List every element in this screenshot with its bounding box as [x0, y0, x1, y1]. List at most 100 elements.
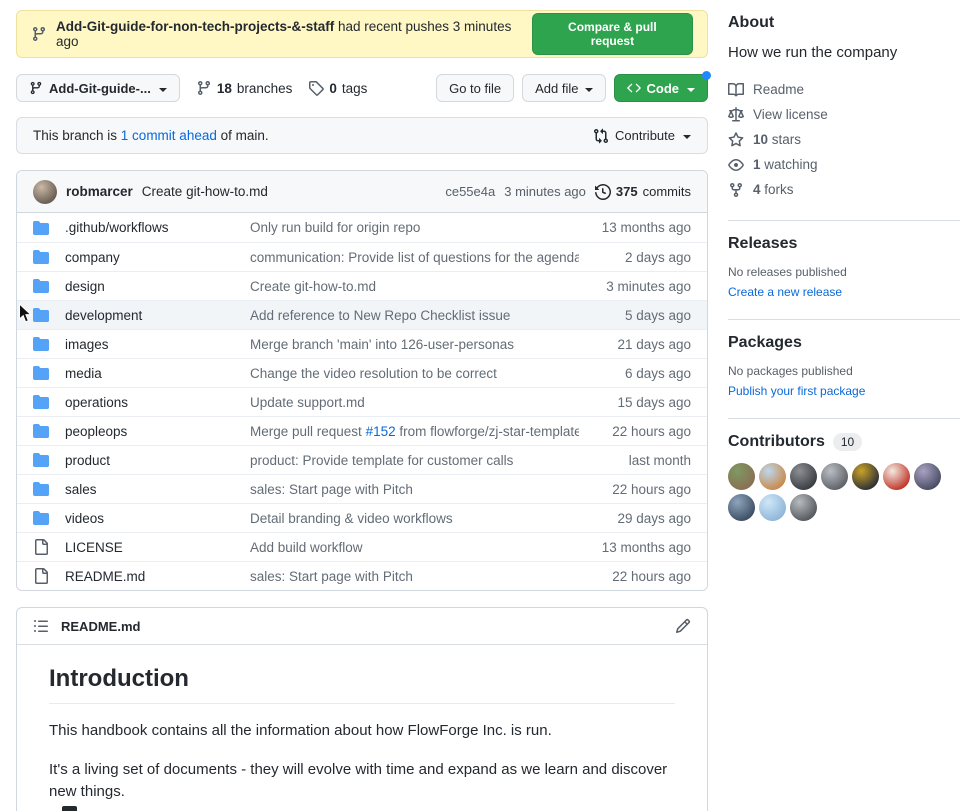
- contribute-button[interactable]: Contribute: [593, 128, 691, 144]
- file-name[interactable]: design: [65, 279, 250, 294]
- file-name[interactable]: videos: [65, 511, 250, 526]
- file-row[interactable]: productproduct: Provide template for cus…: [17, 445, 707, 474]
- row-commit-message[interactable]: Change the video resolution to be correc…: [250, 366, 579, 381]
- readme-paragraph: This handbook contains all the informati…: [49, 720, 675, 743]
- contributor-avatar[interactable]: [852, 463, 879, 490]
- row-commit-message[interactable]: sales: Start page with Pitch: [250, 569, 579, 584]
- row-commit-message[interactable]: product: Provide template for customer c…: [250, 453, 579, 468]
- readme-paragraph: It's a living set of documents - they wi…: [49, 759, 675, 804]
- file-row[interactable]: mediaChange the video resolution to be c…: [17, 358, 707, 387]
- row-commit-date: 15 days ago: [579, 395, 691, 410]
- status-text-post: of main.: [217, 128, 269, 143]
- pencil-icon[interactable]: [675, 618, 691, 634]
- contributor-avatar[interactable]: [759, 463, 786, 490]
- row-commit-message[interactable]: Only run build for origin repo: [250, 220, 579, 235]
- contributor-avatar[interactable]: [790, 494, 817, 521]
- file-name[interactable]: README.md: [65, 569, 250, 584]
- compare-pull-request-button[interactable]: Compare & pull request: [532, 13, 693, 55]
- contributors-title: Contributors 10: [728, 433, 960, 451]
- contributors-title-text: Contributors: [728, 433, 825, 451]
- file-name[interactable]: company: [65, 250, 250, 265]
- sidebar-stat-watching[interactable]: 1 watching: [728, 152, 960, 177]
- stat-text: 4 forks: [753, 182, 794, 197]
- sidebar-stat-readme[interactable]: Readme: [728, 77, 960, 102]
- about-stats: Readme View license 10 stars1 watching 4 fo…: [728, 77, 960, 202]
- branch-selector-label: Add-Git-guide-...: [49, 81, 151, 96]
- file-name[interactable]: operations: [65, 395, 250, 410]
- row-commit-message[interactable]: Create git-how-to.md: [250, 279, 579, 294]
- contributor-avatar[interactable]: [914, 463, 941, 490]
- eye-icon: [728, 157, 744, 173]
- file-row[interactable]: LICENSEAdd build workflow13 months ago: [17, 532, 707, 561]
- commit-author[interactable]: robmarcer: [66, 184, 133, 199]
- contributor-avatar[interactable]: [728, 463, 755, 490]
- pull-request-link[interactable]: #152: [366, 424, 396, 439]
- mouse-cursor: [18, 303, 33, 324]
- contributor-avatar[interactable]: [790, 463, 817, 490]
- file-row[interactable]: peopleopsMerge pull request #152 from fl…: [17, 416, 707, 445]
- contributor-avatar[interactable]: [821, 463, 848, 490]
- row-commit-message[interactable]: Add reference to New Repo Checklist issu…: [250, 308, 579, 323]
- file-name[interactable]: product: [65, 453, 250, 468]
- stat-text: View license: [753, 107, 828, 122]
- row-commit-message[interactable]: Merge pull request #152 from flowforge/z…: [250, 424, 579, 439]
- file-row[interactable]: .github/workflowsOnly run build for orig…: [17, 213, 707, 242]
- row-commit-date: 21 days ago: [579, 337, 691, 352]
- history-icon: [595, 184, 611, 200]
- file-row[interactable]: companycommunication: Provide list of qu…: [17, 242, 707, 271]
- list-icon[interactable]: [33, 618, 49, 634]
- sidebar-stat-forks[interactable]: 4 forks: [728, 177, 960, 202]
- sidebar-stat-stars[interactable]: 10 stars: [728, 127, 960, 152]
- code-button[interactable]: Code: [614, 74, 709, 102]
- file-row[interactable]: salessales: Start page with Pitch22 hour…: [17, 474, 707, 503]
- file-row[interactable]: README.mdsales: Start page with Pitch22 …: [17, 561, 707, 590]
- branch-status-text: This branch is 1 commit ahead of main.: [33, 128, 269, 143]
- create-release-link[interactable]: Create a new release: [728, 285, 842, 299]
- file-name[interactable]: .github/workflows: [65, 220, 250, 235]
- contributor-avatar[interactable]: [759, 494, 786, 521]
- file-name[interactable]: development: [65, 308, 250, 323]
- star-icon: [728, 132, 744, 148]
- commit-message[interactable]: Create git-how-to.md: [142, 184, 268, 199]
- folder-icon: [33, 249, 49, 265]
- commit-ahead-link[interactable]: 1 commit ahead: [121, 128, 217, 143]
- commit-time: 3 minutes ago: [504, 184, 586, 199]
- contribute-label: Contribute: [615, 128, 675, 143]
- file-name[interactable]: images: [65, 337, 250, 352]
- row-commit-message[interactable]: communication: Provide list of questions…: [250, 250, 579, 265]
- publish-package-link[interactable]: Publish your first package: [728, 384, 865, 398]
- file-name[interactable]: sales: [65, 482, 250, 497]
- repo-sidebar: About How we run the company ReadmeView …: [728, 0, 960, 539]
- file-name[interactable]: media: [65, 366, 250, 381]
- file-row[interactable]: operationsUpdate support.md15 days ago: [17, 387, 707, 416]
- row-commit-message[interactable]: Merge branch 'main' into 126-user-person…: [250, 337, 579, 352]
- folder-icon: [33, 336, 49, 352]
- row-commit-date: 22 hours ago: [579, 424, 691, 439]
- contributor-avatar[interactable]: [883, 463, 910, 490]
- file-row[interactable]: developmentAdd reference to New Repo Che…: [17, 300, 707, 329]
- file-row[interactable]: designCreate git-how-to.md3 minutes ago: [17, 271, 707, 300]
- contributor-avatar[interactable]: [728, 494, 755, 521]
- folder-icon: [33, 307, 49, 323]
- file-row[interactable]: imagesMerge branch 'main' into 126-user-…: [17, 329, 707, 358]
- commits-history-link[interactable]: 375 commits: [595, 184, 691, 200]
- file-name[interactable]: peopleops: [65, 424, 250, 439]
- branches-link[interactable]: 18 branches: [196, 80, 293, 96]
- file-name[interactable]: LICENSE: [65, 540, 250, 555]
- git-compare-icon: [593, 128, 609, 144]
- commit-sha[interactable]: ce55e4a: [445, 184, 495, 199]
- row-commit-message[interactable]: Add build workflow: [250, 540, 579, 555]
- recent-push-banner: Add-Git-guide-for-non-tech-projects-&-st…: [16, 10, 708, 58]
- row-commit-message[interactable]: Update support.md: [250, 395, 579, 410]
- tags-link[interactable]: 0 tags: [308, 80, 367, 96]
- file-row[interactable]: videosDetail branding & video workflows2…: [17, 503, 707, 532]
- branch-selector[interactable]: Add-Git-guide-...: [16, 74, 180, 102]
- row-commit-date: 22 hours ago: [579, 569, 691, 584]
- row-commit-message[interactable]: Detail branding & video workflows: [250, 511, 579, 526]
- add-file-button[interactable]: Add file: [522, 74, 605, 102]
- sidebar-stat-view-license[interactable]: View license: [728, 102, 960, 127]
- avatar[interactable]: [33, 180, 57, 204]
- row-commit-message[interactable]: sales: Start page with Pitch: [250, 482, 579, 497]
- go-to-file-button[interactable]: Go to file: [436, 74, 514, 102]
- code-label: Code: [647, 81, 680, 96]
